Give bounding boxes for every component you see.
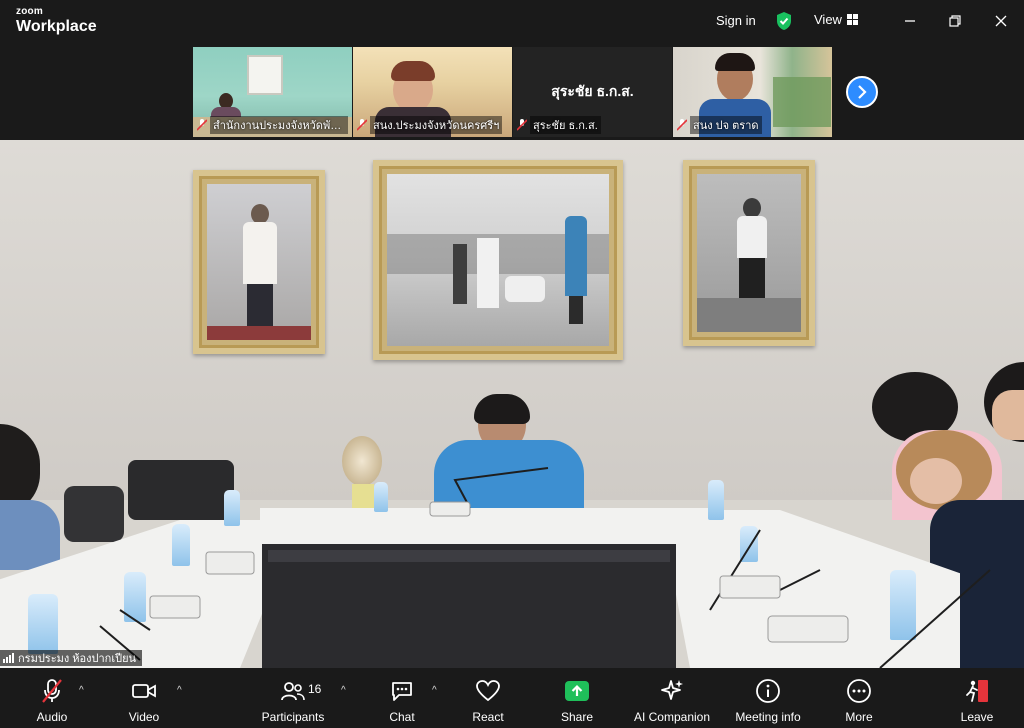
participant-strip: สำนักงานประมงจังหวัดพัท... สนง.ประมงจังห…: [0, 42, 1024, 140]
leave-door-icon: [966, 680, 988, 702]
leave-button[interactable]: Leave: [954, 668, 1000, 728]
participants-label: Participants: [261, 710, 325, 724]
heart-icon: [476, 680, 500, 702]
share-label: Share: [560, 710, 594, 724]
mic-muted-icon: [42, 679, 62, 703]
mic-muted-icon: [197, 119, 207, 131]
info-icon: [756, 679, 780, 703]
meeting-toolbar: Audio ^ Video ^ Participants 16 ^ Chat ^…: [0, 668, 1024, 728]
more-label: More: [845, 710, 873, 724]
meeting-info-button[interactable]: Meeting info: [730, 668, 806, 728]
next-page-button[interactable]: [846, 76, 878, 108]
signal-bars-icon: [3, 653, 14, 663]
restore-button[interactable]: [944, 10, 966, 32]
share-screen-icon: [565, 681, 589, 701]
close-button[interactable]: [990, 10, 1012, 32]
main-video-name: กรมประมง ห้องปากเปียน: [18, 653, 137, 665]
ai-companion-button[interactable]: AI Companion: [630, 668, 714, 728]
participant-name-tag: สุระชัย ธ.ก.ส.: [517, 116, 668, 134]
leave-label: Leave: [960, 710, 994, 724]
react-button[interactable]: React: [464, 668, 512, 728]
participants-button[interactable]: Participants: [258, 668, 328, 728]
audio-button[interactable]: Audio: [26, 668, 78, 728]
participant-name-tag: สนง ปจ ตราด: [677, 116, 828, 134]
chat-label: Chat: [389, 710, 415, 724]
chat-options-caret[interactable]: ^: [432, 685, 437, 696]
video-camera-icon: [132, 684, 156, 698]
sign-in-button[interactable]: Sign in: [716, 13, 756, 28]
participants-icon: [281, 682, 305, 701]
microphones: [99, 467, 991, 668]
zoom-window: zoom Workplace Sign in View สำนักงานประม…: [0, 0, 1024, 728]
sparkle-icon: [661, 680, 683, 700]
title-bar: zoom Workplace Sign in View: [0, 0, 1024, 42]
video-label: Video: [128, 710, 160, 724]
restore-icon: [949, 15, 961, 27]
view-button[interactable]: View: [814, 12, 858, 27]
chevron-right-icon: [858, 85, 867, 99]
video-options-caret[interactable]: ^: [177, 685, 182, 696]
participants-count-badge: 16: [308, 682, 322, 696]
participant-name-tag: สำนักงานประมงจังหวัดพัท...: [197, 116, 348, 134]
chat-button[interactable]: Chat: [378, 668, 426, 728]
participant-tile[interactable]: สำนักงานประมงจังหวัดพัท...: [193, 47, 352, 137]
brand-bottom: Workplace: [16, 18, 97, 35]
main-video: กรมประมง ห้องปากเปียน: [0, 140, 1024, 668]
mic-muted-icon: [357, 119, 367, 131]
video-button[interactable]: Video: [118, 668, 170, 728]
meeting-info-label: Meeting info: [735, 710, 801, 724]
more-button[interactable]: More: [836, 668, 882, 728]
close-icon: [995, 15, 1007, 27]
minimize-button[interactable]: [899, 10, 921, 32]
react-label: React: [472, 710, 504, 724]
ai-companion-label: AI Companion: [633, 710, 711, 724]
app-logo: zoom Workplace: [16, 7, 97, 35]
audio-options-caret[interactable]: ^: [79, 685, 84, 696]
main-video-name-tag: กรมประมง ห้องปากเปียน: [0, 650, 143, 666]
minimize-icon: [905, 20, 915, 22]
brand-top: zoom: [16, 6, 43, 17]
view-label: View: [814, 12, 842, 27]
participant-tile[interactable]: สุระชัย ธ.ก.ส. สุระชัย ธ.ก.ส.: [513, 47, 672, 137]
participant-name: สุระชัย ธ.ก.ส.: [530, 116, 601, 134]
participant-name: สนง ปจ ตราด: [690, 116, 762, 134]
participant-display-name: สุระชัย ธ.ก.ส.: [551, 83, 634, 99]
mic-muted-icon: [517, 119, 527, 131]
participant-name: สำนักงานประมงจังหวัดพัท...: [210, 116, 348, 134]
participant-tile[interactable]: สนง.ประมงจังหวัดนครศรีฯ: [353, 47, 512, 137]
share-button[interactable]: Share: [553, 668, 601, 728]
grid-icon: [846, 14, 858, 25]
participant-name: สนง.ประมงจังหวัดนครศรีฯ: [370, 116, 503, 134]
audio-label: Audio: [36, 710, 68, 724]
mic-muted-icon: [677, 119, 687, 131]
chat-bubble-icon: [392, 682, 412, 701]
more-dots-icon: [847, 679, 871, 703]
participant-name-tag: สนง.ประมงจังหวัดนครศรีฯ: [357, 116, 508, 134]
participant-tile[interactable]: สนง ปจ ตราด: [673, 47, 832, 137]
participants-options-caret[interactable]: ^: [341, 685, 346, 696]
security-shield-icon[interactable]: [775, 11, 793, 31]
